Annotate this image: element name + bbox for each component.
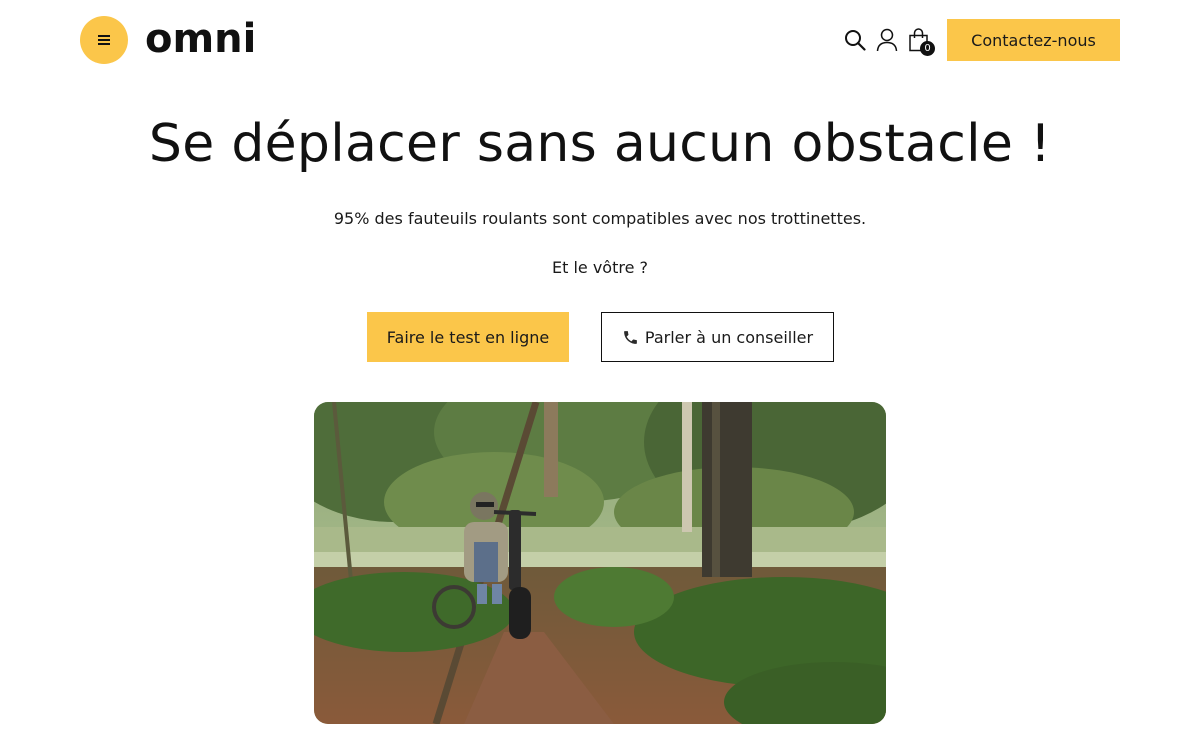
cart-button[interactable]: 0 [905,26,935,56]
phone-icon [624,330,637,344]
hamburger-menu-icon [98,35,110,45]
account-button[interactable] [873,26,901,54]
hero-title: Se déplacer sans aucun obstacle ! [148,114,1052,174]
talk-to-advisor-button[interactable]: Parler à un conseiller [601,312,834,362]
contact-button[interactable]: Contactez-nous [947,19,1120,61]
talk-to-advisor-label: Parler à un conseiller [644,327,814,347]
hero-video[interactable] [314,402,886,724]
cart-count-badge: 0 [920,41,935,56]
hero-subtitle: 95% des fauteuils roulants sont compatib… [333,209,867,228]
search-button[interactable] [841,26,869,54]
online-test-button[interactable]: Faire le test en ligne [367,312,569,362]
forest-wheelchair-image [314,402,886,724]
omni-logo[interactable]: omni [145,14,256,64]
site-header: omni 0 Contactez-nous [0,0,1200,80]
search-icon [845,30,866,51]
menu-button[interactable] [80,16,128,64]
hero-question: Et le vôtre ? [551,258,649,277]
user-icon [876,28,898,52]
